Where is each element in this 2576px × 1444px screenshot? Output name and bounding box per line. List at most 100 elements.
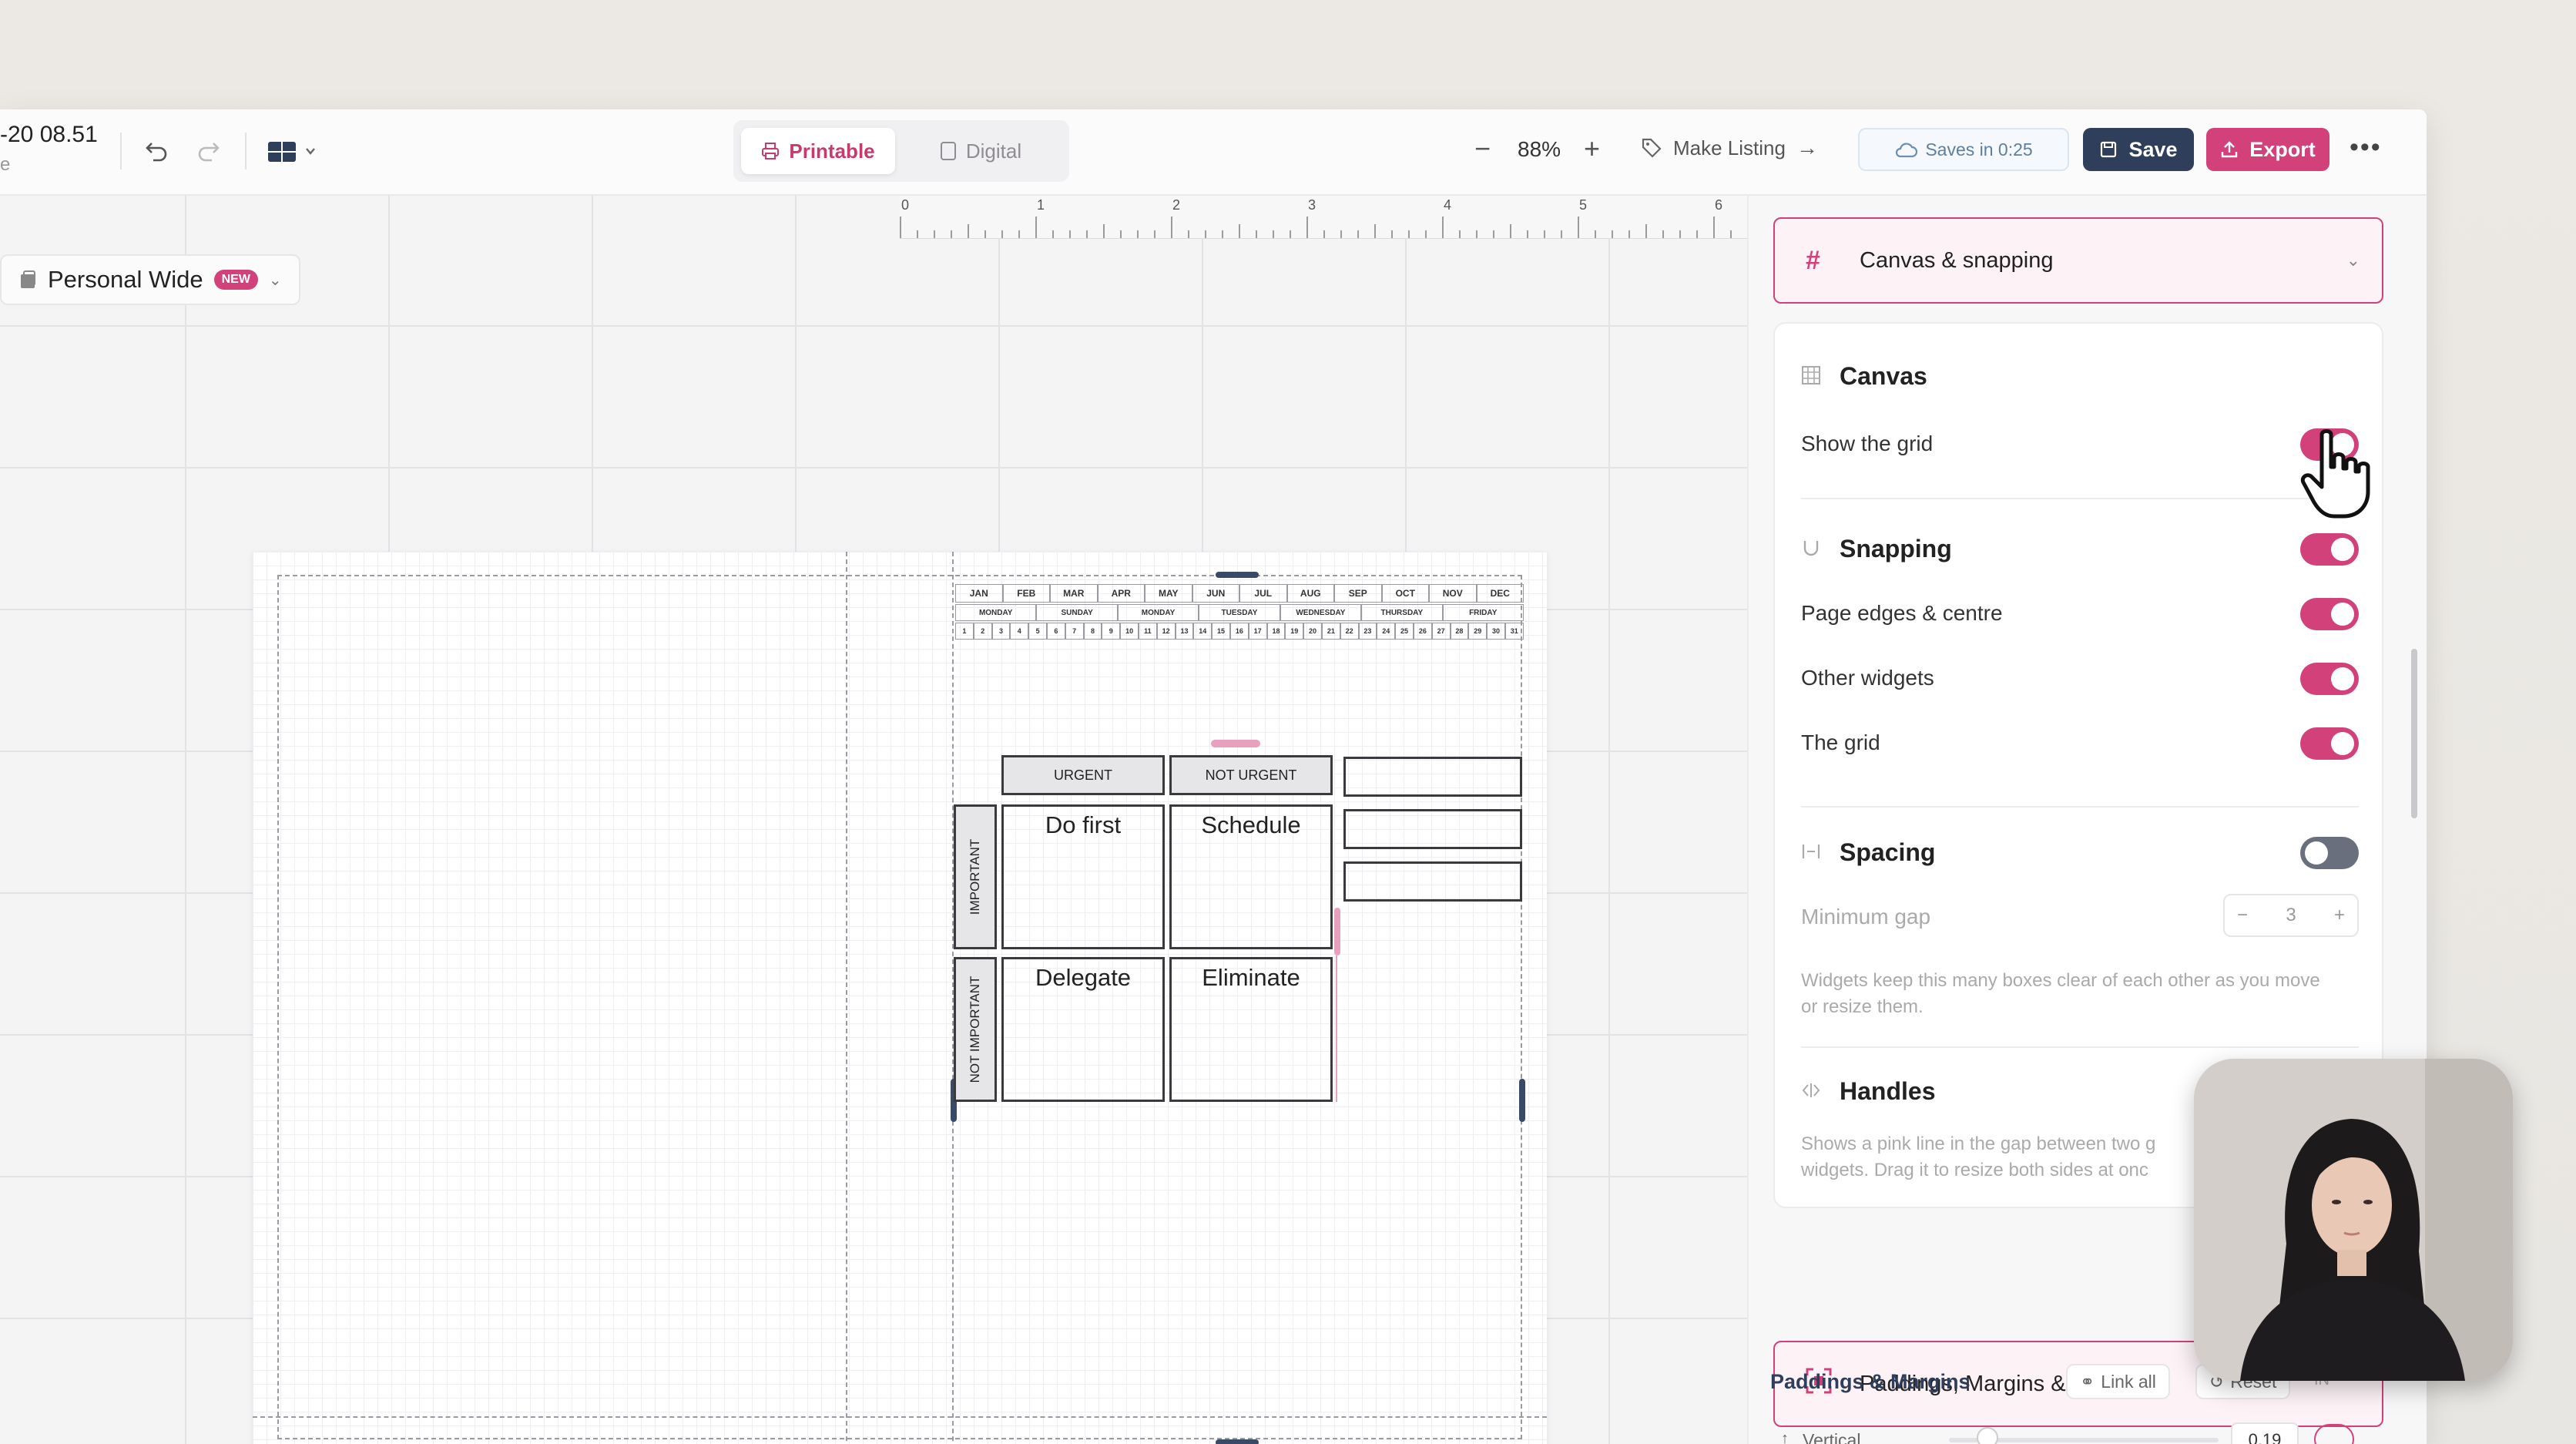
calendar-cell[interactable]: 9	[1102, 623, 1121, 640]
calendar-cell[interactable]: 14	[1193, 623, 1213, 640]
calendar-cell[interactable]: MAR	[1050, 584, 1098, 603]
calendar-cell[interactable]: 28	[1450, 623, 1469, 640]
calendar-cell[interactable]: 23	[1358, 623, 1377, 640]
calendar-cell[interactable]: JAN	[955, 584, 1003, 603]
canvas-snapping-section-header[interactable]: # Canvas & snapping ⌄	[1773, 217, 2383, 304]
urgent-header[interactable]: URGENT	[1001, 755, 1165, 795]
calendar-cell[interactable]: DEC	[1476, 584, 1524, 603]
minimum-gap-stepper[interactable]: − 3 +	[2223, 894, 2359, 937]
calendar-cell[interactable]: 20	[1303, 623, 1322, 640]
calendar-cell[interactable]: APR	[1097, 584, 1145, 603]
note-box[interactable]	[1343, 861, 1522, 902]
calendar-cell[interactable]: JUN	[1192, 584, 1239, 603]
minimum-gap-value[interactable]: 3	[2286, 905, 2296, 926]
export-button[interactable]: Export	[2206, 128, 2329, 171]
zoom-in-button[interactable]: +	[1584, 133, 1600, 165]
delegate-quadrant[interactable]: Delegate	[1001, 957, 1165, 1102]
more-options-button[interactable]: •••	[2350, 133, 2382, 163]
save-button[interactable]: Save	[2083, 128, 2194, 171]
calendar-cell[interactable]: AUG	[1286, 584, 1334, 603]
decrement-icon[interactable]: −	[2237, 905, 2248, 926]
note-box[interactable]	[1343, 809, 1522, 849]
do-first-quadrant[interactable]: Do first	[1001, 804, 1165, 949]
page-edges-toggle[interactable]	[2300, 598, 2359, 630]
calendar-cell[interactable]: 2	[973, 623, 992, 640]
note-box[interactable]	[1343, 757, 1522, 797]
the-grid-toggle[interactable]	[2300, 727, 2359, 760]
gap-handle-vertical[interactable]	[1334, 908, 1340, 955]
calendar-cell[interactable]: JUL	[1239, 584, 1287, 603]
calendar-cell[interactable]: 19	[1285, 623, 1304, 640]
calendar-cell[interactable]: 7	[1065, 623, 1084, 640]
spacing-toggle[interactable]	[2300, 837, 2359, 869]
calendar-cell[interactable]: 16	[1229, 623, 1249, 640]
calendar-cell[interactable]: MONDAY	[955, 604, 1037, 621]
layout-picker-button[interactable]	[267, 136, 322, 166]
calendar-cell[interactable]: 1	[955, 623, 974, 640]
ruler-tick	[1306, 217, 1308, 238]
calendar-cell[interactable]: 21	[1321, 623, 1340, 640]
calendar-cell[interactable]: TUESDAY	[1199, 604, 1280, 621]
planner-page[interactable]: JAN FEB MAR APR MAY JUN JUL AUG SEP OCT NOV DEC MON…	[253, 552, 1547, 1444]
layout-selector[interactable]: Personal Wide NEW ⌄	[0, 254, 300, 305]
calendar-cell[interactable]: 15	[1212, 623, 1230, 640]
calendar-cell[interactable]: 22	[1340, 623, 1359, 640]
increment-icon[interactable]: +	[2334, 905, 2345, 926]
calendar-cell[interactable]: 17	[1248, 623, 1267, 640]
calendar-cell[interactable]: 18	[1266, 623, 1286, 640]
calendar-cell[interactable]: 13	[1175, 623, 1194, 640]
eliminate-quadrant[interactable]: Eliminate	[1169, 957, 1333, 1102]
calendar-cell[interactable]: WEDNESDAY	[1280, 604, 1362, 621]
link-all-button[interactable]: ⚭ Link all	[2066, 1364, 2170, 1399]
calendar-cell[interactable]: 26	[1413, 623, 1432, 640]
resize-handle-right[interactable]	[1519, 1079, 1525, 1122]
calendar-cell[interactable]: THURSDAY	[1361, 604, 1443, 621]
calendar-cell[interactable]: 25	[1395, 623, 1414, 640]
calendar-cell[interactable]: 6	[1046, 623, 1065, 640]
other-widgets-toggle[interactable]	[2300, 663, 2359, 695]
canvas-area[interactable]: 0123456 Personal Wide NEW ⌄ JAN FEB MAR APR…	[0, 196, 1747, 1444]
calendar-cell[interactable]: MAY	[1145, 584, 1192, 603]
zoom-level[interactable]: 88%	[1518, 137, 1561, 162]
calendar-cell[interactable]: 3	[991, 623, 1011, 640]
calendar-cell[interactable]: 10	[1120, 623, 1139, 640]
zoom-out-button[interactable]: −	[1474, 133, 1491, 165]
not-important-header[interactable]: NOT IMPORTANT	[954, 957, 997, 1102]
unlink-toggle[interactable]	[2314, 1424, 2354, 1444]
calendar-cell[interactable]: 11	[1138, 623, 1157, 640]
calendar-cell[interactable]: OCT	[1381, 584, 1429, 603]
spine-guide-left	[846, 552, 847, 1444]
calendar-cell[interactable]: 31	[1504, 623, 1524, 640]
resize-handle-bottom[interactable]	[1216, 1439, 1259, 1444]
calendar-cell[interactable]: SUNDAY	[1036, 604, 1118, 621]
resize-handle-top[interactable]	[1216, 572, 1259, 578]
undo-icon[interactable]	[142, 136, 173, 166]
calendar-cell[interactable]: 5	[1028, 623, 1047, 640]
vertical-slider-thumb[interactable]	[1977, 1427, 1998, 1444]
calendar-cell[interactable]: 27	[1431, 623, 1451, 640]
document-title[interactable]: -20 08.51	[0, 122, 98, 148]
calendar-cell[interactable]: 29	[1468, 623, 1488, 640]
digital-tab[interactable]: Digital	[907, 128, 1054, 174]
calendar-cell[interactable]: 12	[1156, 623, 1176, 640]
redo-icon[interactable]	[193, 136, 223, 166]
calendar-cell[interactable]: FRIDAY	[1442, 604, 1524, 621]
calendar-cell[interactable]: 30	[1487, 623, 1505, 640]
calendar-cell[interactable]: MONDAY	[1117, 604, 1199, 621]
make-listing-button[interactable]: Make Listing →	[1641, 136, 1818, 160]
calendar-cell[interactable]: 4	[1010, 623, 1029, 640]
calendar-cell[interactable]: SEP	[1334, 584, 1382, 603]
schedule-quadrant[interactable]: Schedule	[1169, 804, 1333, 949]
snapping-toggle[interactable]	[2300, 533, 2359, 566]
calendar-cell[interactable]: NOV	[1429, 584, 1477, 603]
grid-icon	[1801, 365, 1824, 388]
printable-tab[interactable]: Printable	[741, 128, 895, 174]
calendar-cell[interactable]: FEB	[1002, 584, 1050, 603]
panel-scrollbar[interactable]	[2411, 649, 2417, 818]
gap-handle-pink[interactable]	[1211, 740, 1260, 747]
important-header[interactable]: IMPORTANT	[954, 804, 997, 949]
calendar-cell[interactable]: 24	[1377, 623, 1396, 640]
calendar-cell[interactable]: 8	[1083, 623, 1102, 640]
vertical-value-input[interactable]: 0.19	[2231, 1422, 2299, 1444]
not-urgent-header[interactable]: NOT URGENT	[1169, 755, 1333, 795]
